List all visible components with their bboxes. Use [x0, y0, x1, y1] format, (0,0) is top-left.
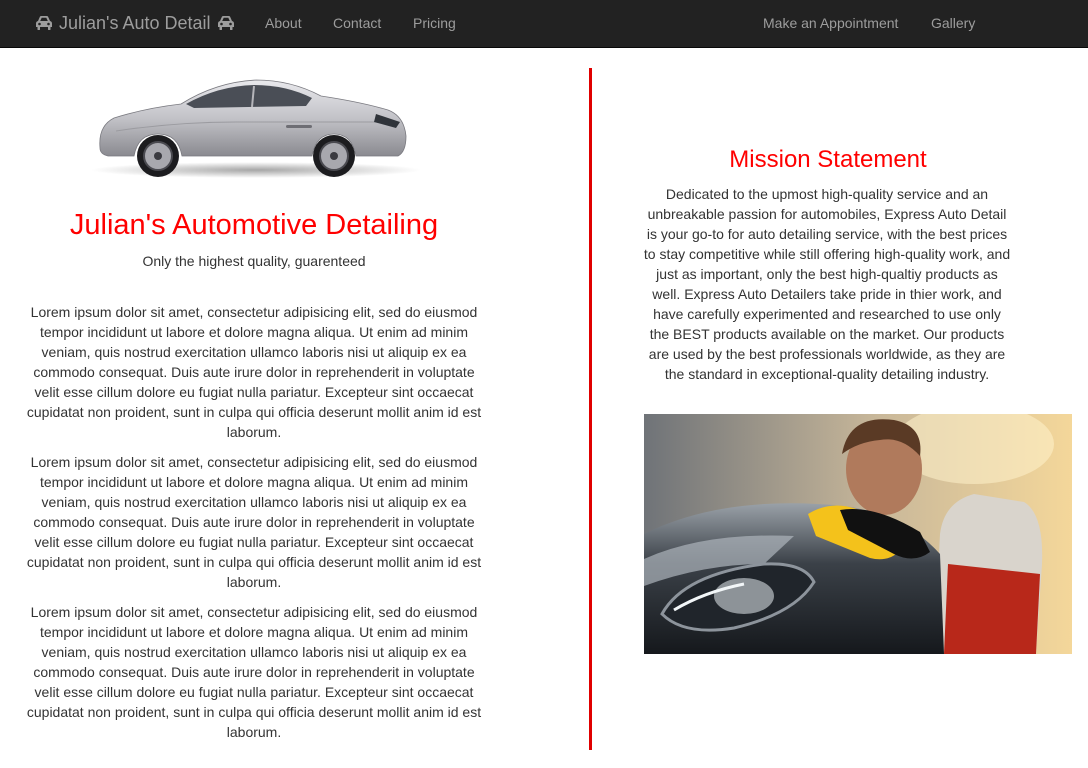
car-detailing-photo: [644, 414, 1072, 654]
body-paragraph: Lorem ipsum dolor sit amet, consectetur …: [26, 304, 482, 440]
mission-title: Mission Statement: [729, 146, 927, 173]
brand-link[interactable]: Julian's Auto Detail: [35, 12, 235, 34]
car-icon: [36, 16, 52, 30]
top-navbar: Julian's Auto Detail About Contact Prici…: [0, 0, 1088, 48]
hero-title: Julian's Automotive Detailing: [69, 209, 439, 241]
nav-link-pricing[interactable]: Pricing: [413, 15, 456, 31]
left-column: Julian's Automotive Detailing Only the h…: [0, 48, 508, 768]
nav-link-contact[interactable]: Contact: [333, 15, 381, 31]
body-paragraph: Lorem ipsum dolor sit amet, consectetur …: [26, 604, 482, 740]
right-column: Mission Statement Dedicated to the upmos…: [592, 48, 1088, 768]
nav-link-make-appointment[interactable]: Make an Appointment: [763, 15, 898, 31]
nav-link-gallery[interactable]: Gallery: [931, 15, 975, 31]
nav-link-about[interactable]: About: [265, 15, 302, 31]
car-icon: [217, 16, 234, 30]
brand-name: Julian's Auto Detail: [59, 12, 211, 33]
sports-car-image: [91, 79, 421, 178]
body-paragraph: Lorem ipsum dolor sit amet, consectetur …: [26, 454, 482, 590]
hero-tagline: Only the highest quality, guarenteed: [142, 253, 366, 269]
mission-text: Dedicated to the upmost high-quality ser…: [643, 186, 1011, 382]
